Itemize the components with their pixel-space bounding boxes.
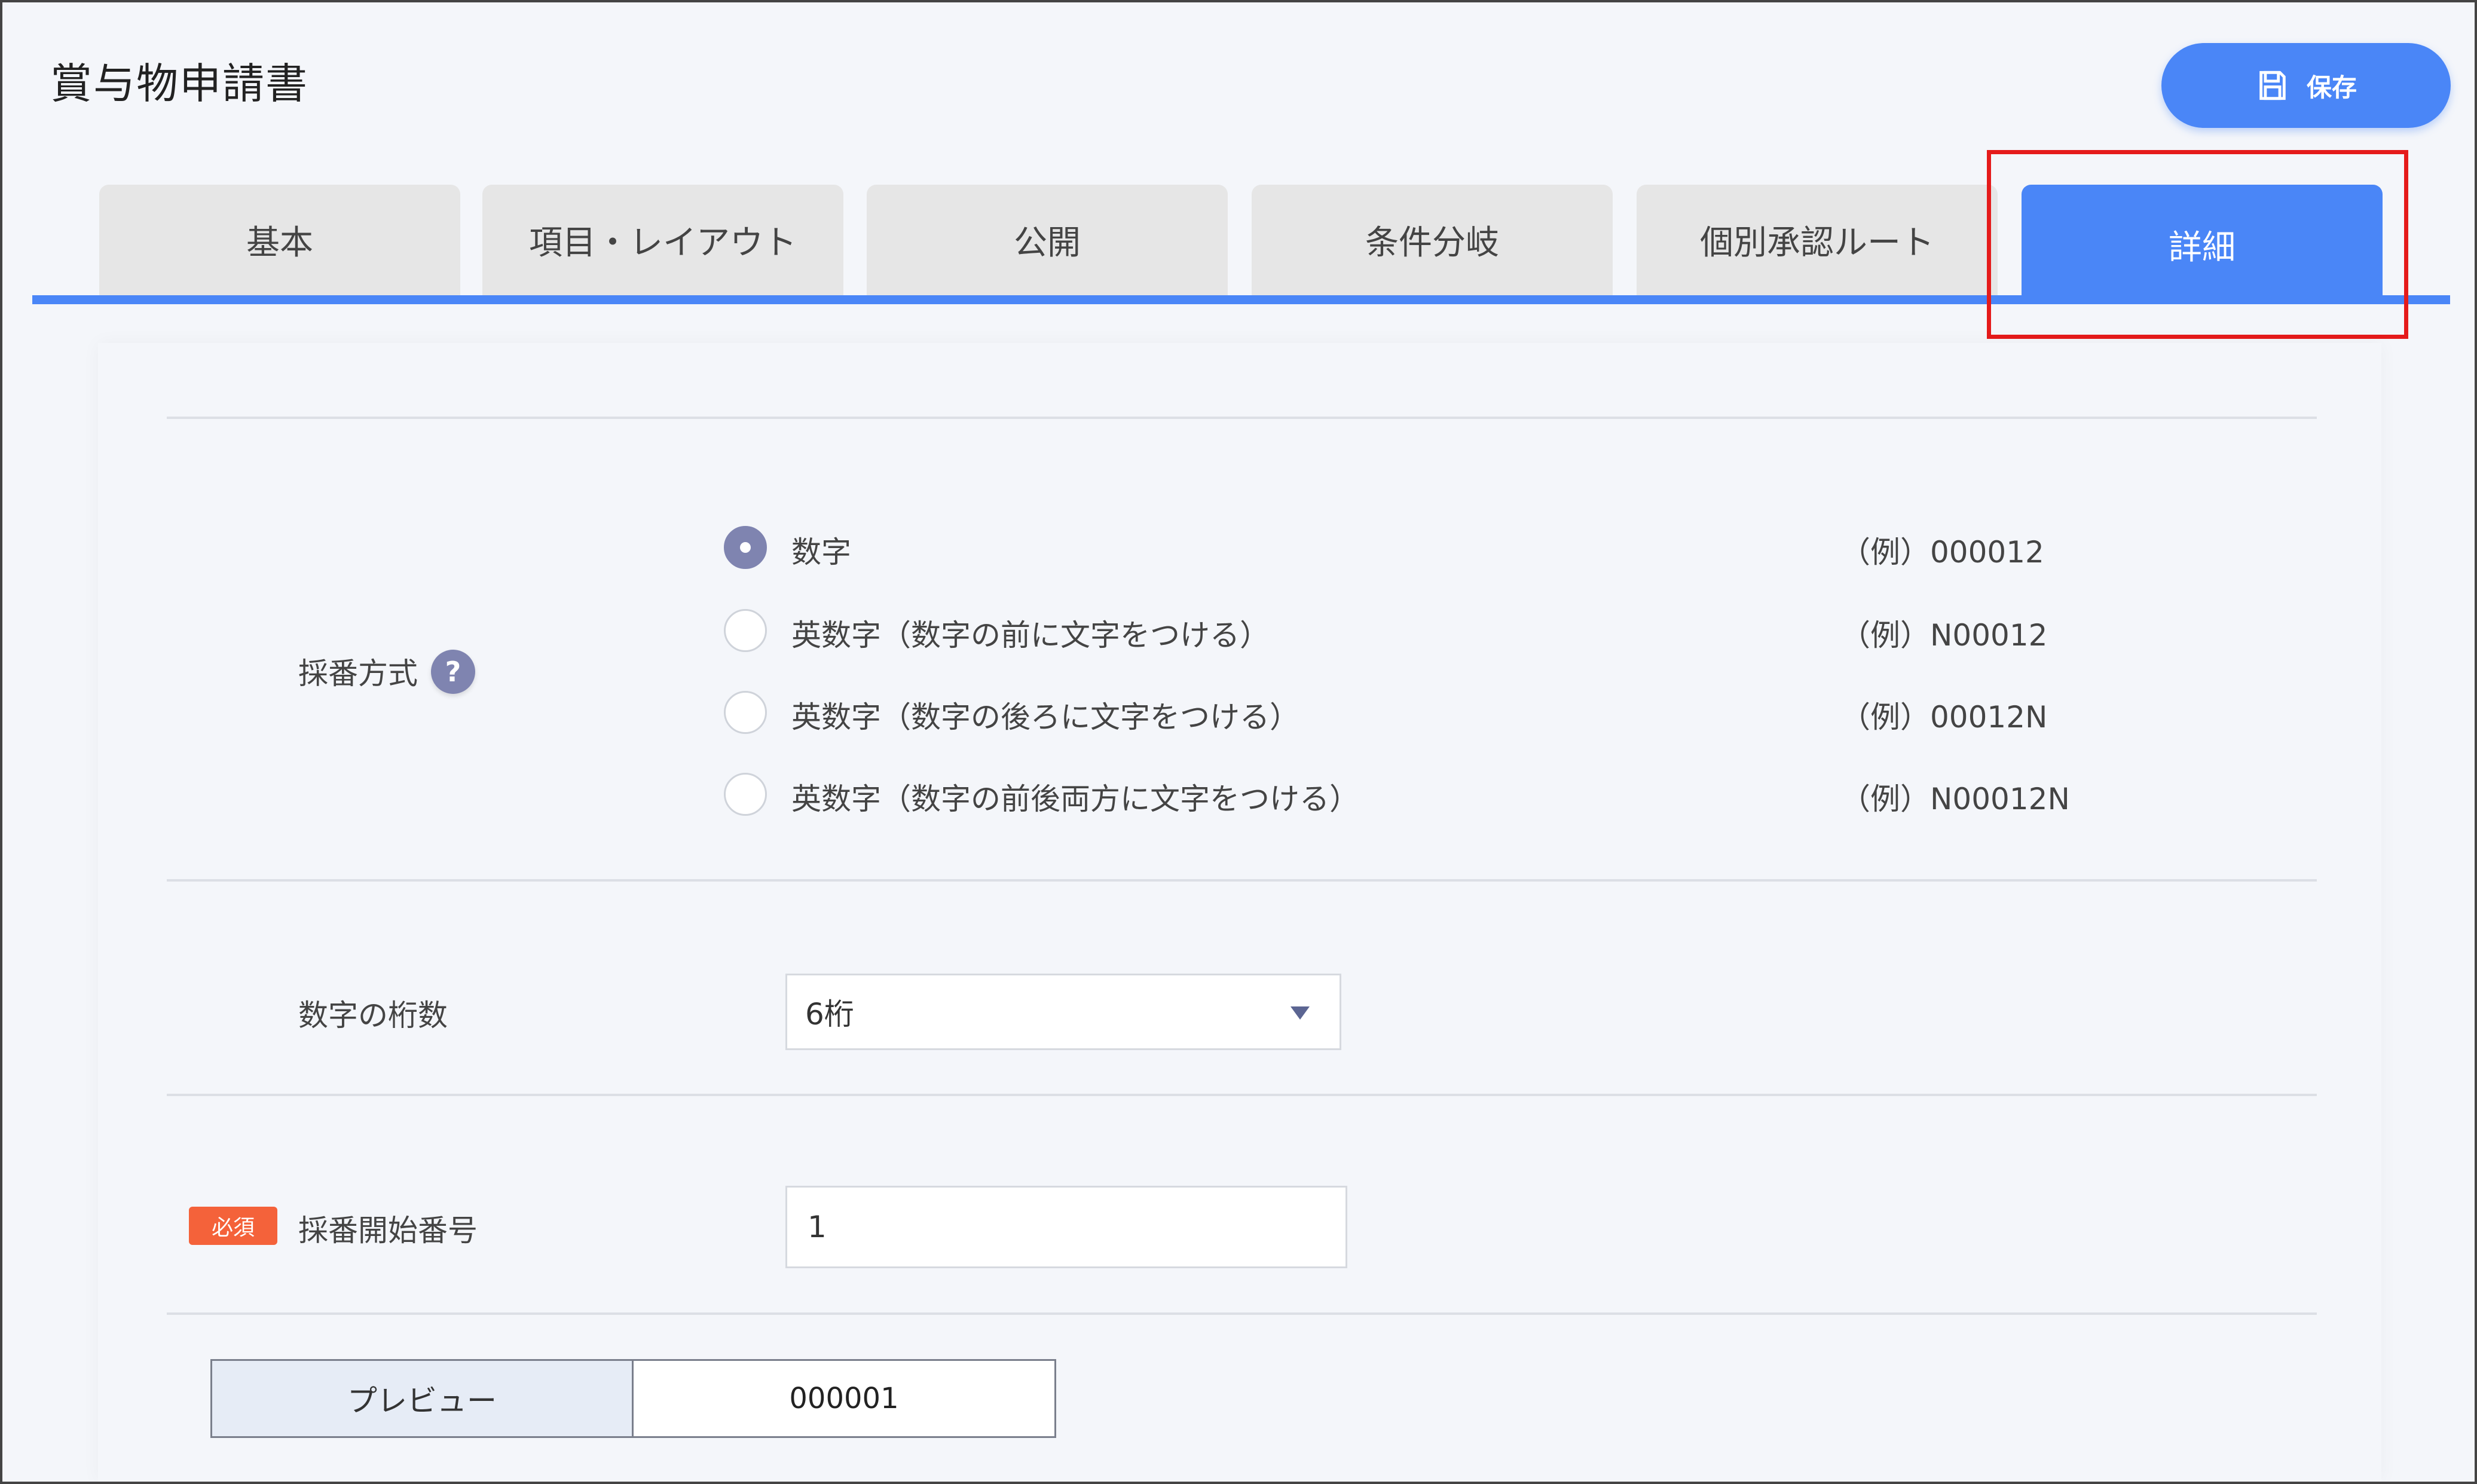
save-icon bbox=[2259, 71, 2286, 100]
example-alnum-both: （例）N00012N bbox=[1840, 782, 2070, 816]
start-number-input[interactable] bbox=[785, 1186, 1347, 1268]
preview-table: プレビュー 000001 bbox=[210, 1359, 1056, 1438]
highlight-annotation-box bbox=[1987, 150, 2408, 339]
radio-numeric[interactable] bbox=[724, 526, 767, 569]
tab-publish[interactable]: 公開 bbox=[867, 185, 1228, 295]
details-panel bbox=[98, 343, 2381, 1482]
numbering-method-label: 採番方式 bbox=[298, 656, 418, 691]
save-button[interactable]: 保存 bbox=[2161, 43, 2451, 128]
divider bbox=[167, 879, 2317, 882]
radio-alnum-both[interactable] bbox=[724, 773, 767, 816]
save-button-label: 保存 bbox=[2306, 72, 2357, 102]
preview-label: プレビュー bbox=[212, 1361, 634, 1436]
digit-count-label: 数字の桁数 bbox=[298, 998, 448, 1033]
divider bbox=[167, 417, 2317, 419]
radio-alnum-prefix[interactable] bbox=[724, 609, 767, 652]
divider bbox=[167, 1312, 2317, 1315]
example-numeric: （例）000012 bbox=[1840, 535, 2044, 570]
preview-value: 000001 bbox=[634, 1361, 1054, 1436]
radio-label-alnum-both: 英数字（数字の前後両方に文字をつける） bbox=[791, 782, 1359, 816]
divider bbox=[167, 1094, 2317, 1096]
example-alnum-prefix: （例）N00012 bbox=[1840, 618, 2048, 653]
tab-conditions[interactable]: 条件分岐 bbox=[1252, 185, 1613, 295]
tab-basic[interactable]: 基本 bbox=[99, 185, 460, 295]
digit-count-select[interactable]: 6桁 bbox=[785, 974, 1341, 1050]
example-alnum-suffix: （例）00012N bbox=[1840, 700, 2048, 735]
start-number-label: 採番開始番号 bbox=[298, 1213, 478, 1248]
help-icon[interactable]: ? bbox=[431, 650, 475, 694]
radio-label-alnum-prefix: 英数字（数字の前に文字をつける） bbox=[791, 618, 1270, 653]
digit-count-value: 6桁 bbox=[805, 997, 854, 1032]
page-title: 賞与物申請書 bbox=[50, 59, 308, 108]
radio-alnum-suffix[interactable] bbox=[724, 691, 767, 734]
tab-items-layout[interactable]: 項目・レイアウト bbox=[482, 185, 843, 295]
radio-label-alnum-suffix: 英数字（数字の後ろに文字をつける） bbox=[791, 700, 1299, 735]
chevron-down-icon bbox=[1291, 1006, 1310, 1020]
required-badge: 必須 bbox=[189, 1207, 277, 1245]
tab-approval-route[interactable]: 個別承認ルート bbox=[1637, 185, 1998, 295]
app-window: 賞与物申請書 保存 基本 項目・レイアウト 公開 条件分岐 個別承認ルート 詳細… bbox=[0, 0, 2477, 1484]
radio-label-numeric: 数字 bbox=[791, 535, 851, 570]
